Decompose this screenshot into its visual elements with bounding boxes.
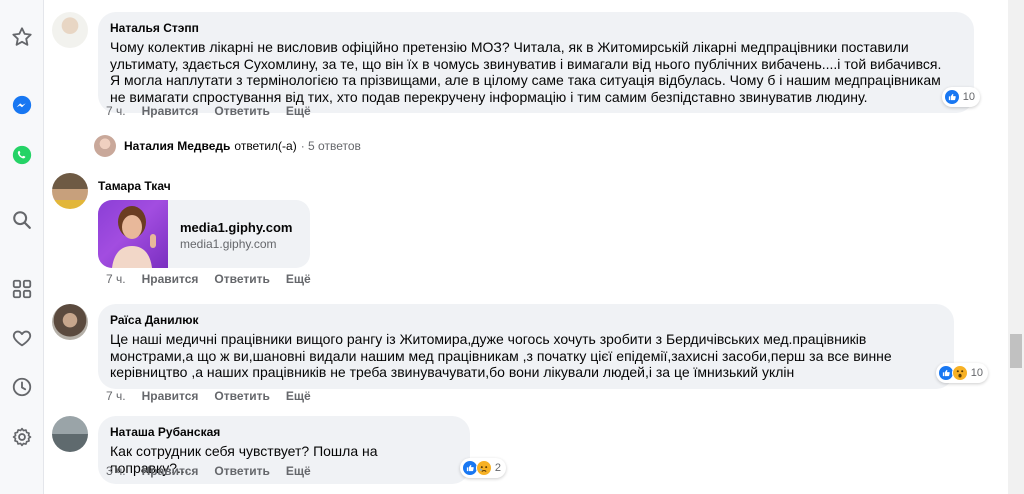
reply-button[interactable]: Ответить — [214, 271, 269, 287]
reply-button[interactable]: Ответить — [214, 388, 269, 404]
comment-time[interactable]: 7 ч. — [106, 103, 126, 119]
replies-link[interactable]: Наталия Медведь ответил(-а) · 5 ответов — [94, 135, 361, 157]
avatar[interactable] — [52, 12, 88, 48]
like-button[interactable]: Нравится — [142, 271, 199, 287]
comment-text: Це наші медичні працівники вищого рангу … — [110, 331, 892, 380]
more-button[interactable]: Ещё — [286, 103, 311, 119]
comment-author[interactable]: Раїса Данилюк — [110, 312, 932, 328]
comment-time[interactable]: 7 ч. — [106, 271, 126, 287]
comment-actions: 3 ч. Нравится Ответить Ещё — [106, 463, 327, 479]
reply-button[interactable]: Ответить — [214, 463, 269, 479]
wow-reaction-icon — [951, 364, 968, 381]
comment-bubble: Раїса Данилюк Це наші медичні працівники… — [98, 304, 988, 389]
comment-actions: 7 ч. Нравится Ответить Ещё — [106, 103, 327, 119]
comment-actions: 7 ч. Нравится Ответить Ещё — [106, 388, 327, 404]
comments-feed: Наталья Стэпп Чому колектив лікарні не в… — [44, 0, 1008, 494]
more-button[interactable]: Ещё — [286, 463, 311, 479]
reply-author: Наталия Медведь — [124, 139, 231, 153]
clock-icon[interactable] — [7, 372, 37, 402]
comment-actions: 7 ч. Нравится Ответить Ещё — [106, 271, 327, 287]
like-button[interactable]: Нравится — [142, 463, 199, 479]
whatsapp-icon[interactable] — [7, 140, 37, 170]
avatar — [94, 135, 116, 157]
reaction-summary[interactable]: 10 — [935, 362, 988, 383]
search-icon[interactable] — [7, 205, 37, 235]
reaction-count: 10 — [970, 366, 983, 379]
reaction-count: 2 — [494, 462, 501, 474]
comment-bubble: Наталья Стэпп Чому колектив лікарні не в… — [98, 12, 980, 113]
more-button[interactable]: Ещё — [286, 388, 311, 404]
comment-author[interactable]: Наталья Стэпп — [110, 20, 952, 36]
comment-time[interactable]: 7 ч. — [106, 388, 126, 404]
reaction-summary[interactable]: 10 — [941, 87, 980, 107]
like-reaction-icon — [943, 89, 960, 105]
gif-thumbnail — [98, 200, 168, 268]
comment-author[interactable]: Наташа Рубанская — [110, 424, 458, 440]
reply-count: · 5 ответов — [300, 139, 361, 153]
like-button[interactable]: Нравится — [142, 388, 199, 404]
link-preview[interactable]: media1.giphy.com media1.giphy.com — [98, 200, 310, 268]
more-button[interactable]: Ещё — [286, 271, 311, 287]
reply-verb: ответил(-а) — [234, 139, 297, 153]
avatar[interactable] — [52, 416, 88, 452]
comment: Наталья Стэпп Чому колектив лікарні не в… — [52, 12, 980, 113]
like-button[interactable]: Нравится — [142, 103, 199, 119]
comment-author[interactable]: Тамара Ткач — [98, 178, 310, 194]
scrollbar[interactable] — [1008, 0, 1024, 494]
apps-grid-icon[interactable] — [7, 274, 37, 304]
sad-reaction-icon — [475, 460, 492, 476]
avatar[interactable] — [52, 304, 88, 340]
avatar[interactable] — [52, 173, 88, 209]
gear-icon[interactable] — [7, 422, 37, 452]
star-icon[interactable] — [7, 22, 37, 52]
reaction-summary[interactable]: 2 — [459, 458, 506, 478]
link-domain: media1.giphy.com — [180, 237, 277, 251]
scrollbar-thumb[interactable] — [1010, 334, 1022, 368]
comment: Раїса Данилюк Це наші медичні працівники… — [52, 304, 988, 389]
comment-time[interactable]: 3 ч. — [106, 463, 126, 479]
reply-button[interactable]: Ответить — [214, 103, 269, 119]
comment-text: Чому колектив лікарні не висловив офіцій… — [110, 39, 942, 105]
reaction-count: 10 — [962, 91, 975, 103]
comment: Тамара Ткач media1.giphy.com media1.giph… — [52, 173, 310, 268]
heart-icon[interactable] — [7, 323, 37, 353]
messenger-icon[interactable] — [7, 90, 37, 120]
left-sidebar — [0, 0, 44, 494]
link-title: media1.giphy.com — [180, 220, 293, 235]
